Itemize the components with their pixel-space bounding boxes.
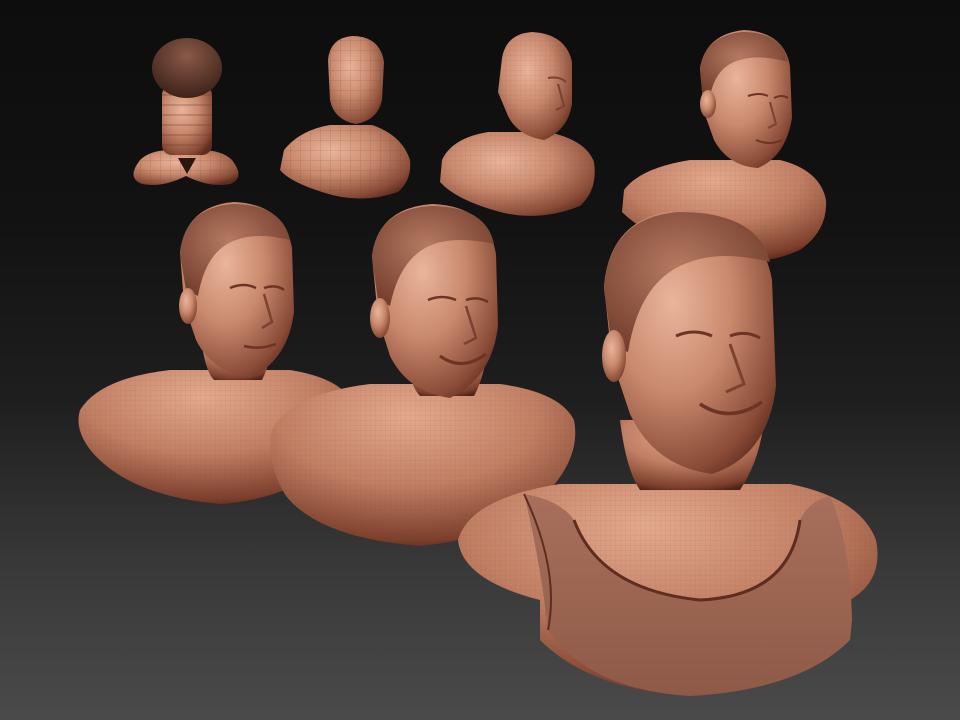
bust-stage-3 <box>440 32 595 216</box>
sculpt-progression-render <box>78 30 878 696</box>
render-viewport <box>0 0 960 720</box>
bust-stage-1 <box>133 38 239 185</box>
bust-stage-2 <box>280 36 411 199</box>
